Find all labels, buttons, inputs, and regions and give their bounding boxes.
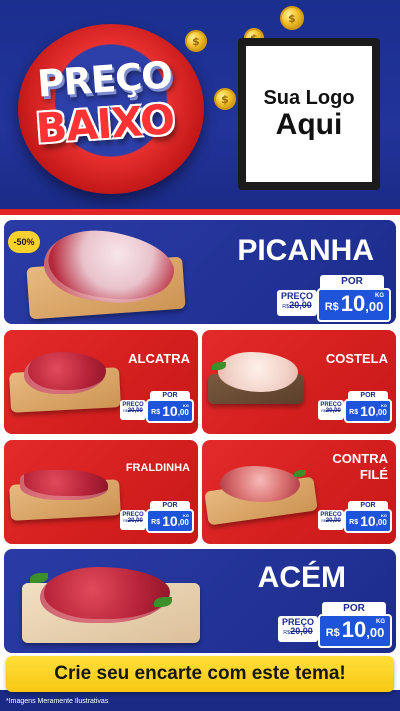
product-name: COSTELA <box>325 351 388 366</box>
unit-label: KG <box>376 619 385 625</box>
cta-button[interactable]: Crie seu encarte com este tema! <box>6 656 394 692</box>
unit-label: KG <box>381 513 387 518</box>
old-price: 20,00 <box>325 408 341 415</box>
price-decimal: ,00 <box>177 518 189 527</box>
logo-placeholder[interactable]: Sua Logo Aqui <box>238 38 380 190</box>
price-decimal: ,00 <box>177 408 189 417</box>
coin-icon: $ <box>185 30 207 52</box>
old-price-tag: PREÇO R$20,00 <box>278 616 318 642</box>
herb-garnish-icon <box>30 573 48 583</box>
herb-garnish-icon <box>294 470 306 477</box>
currency-label: R$ <box>325 627 340 639</box>
price-decimal: ,00 <box>375 408 387 417</box>
price-tag: R$ 10 ,00 KG <box>317 288 391 322</box>
old-price: 20,00 <box>127 518 143 525</box>
costela-image <box>218 352 298 392</box>
currency-label: R$ <box>324 301 339 313</box>
old-price: 20,00 <box>325 518 341 525</box>
discount-badge: -50% <box>8 231 40 253</box>
disclaimer-text: *Imagens Meramente Ilustrativas <box>6 698 109 705</box>
price-integer: 10 <box>162 403 178 419</box>
currency-label: R$ <box>151 519 161 526</box>
price-decimal: ,00 <box>375 518 387 527</box>
currency-label: R$ <box>349 409 359 416</box>
product-name: PICANHA <box>237 234 374 267</box>
unit-label: KG <box>375 293 384 299</box>
unit-label: KG <box>183 403 189 408</box>
price-tag: R$ 10 ,00 KG <box>146 399 194 423</box>
product-name: FRALDINHA <box>125 462 190 474</box>
header-divider <box>0 209 400 215</box>
old-price-tag: PREÇO R$20,00 <box>277 290 317 316</box>
header-banner: $ $ $ $ PREÇO BAIXO Sua Logo Aqui <box>0 0 400 215</box>
unit-label: KG <box>183 513 189 518</box>
old-price-tag: PREÇO R$20,00 <box>318 510 344 530</box>
coin-icon: $ <box>214 88 236 110</box>
product-name-line-1: CONTRA <box>332 451 388 466</box>
price-por-label: POR <box>320 275 384 289</box>
old-price-tag: PREÇO R$20,00 <box>318 400 344 420</box>
price-integer: 10 <box>360 403 376 419</box>
contra-file-image <box>220 466 300 502</box>
price-decimal: ,00 <box>366 625 385 640</box>
old-price-tag: PREÇO R$20,00 <box>120 510 146 530</box>
currency-label: R$ <box>151 409 161 416</box>
unit-label: KG <box>381 403 387 408</box>
old-price: 20,00 <box>289 300 312 311</box>
fraldinha-image <box>20 470 108 500</box>
price-tag: R$ 10 ,00 KG <box>146 509 194 533</box>
price-integer: 10 <box>360 513 376 529</box>
old-price-tag: PREÇO R$20,00 <box>120 400 146 420</box>
product-name-line-2: FILÉ <box>359 467 388 482</box>
price-decimal: ,00 <box>365 299 384 314</box>
price-tag: R$ 10 ,00 KG <box>344 509 392 533</box>
currency-label: R$ <box>349 519 359 526</box>
price-integer: 10 <box>341 617 367 642</box>
logo-text-line-2: Aqui <box>275 107 343 141</box>
product-name: ACÉM <box>257 561 346 594</box>
price-integer: 10 <box>340 291 366 316</box>
price-tag: R$ 10 ,00 KG <box>344 399 392 423</box>
old-price: 20,00 <box>127 408 143 415</box>
logo-text-line-1: Sua Logo <box>263 86 355 109</box>
coin-icon: $ <box>280 6 304 30</box>
product-name: ALCATRA <box>128 351 190 366</box>
price-tag: R$ 10 ,00 KG <box>318 614 392 648</box>
old-price: 20,00 <box>290 626 313 637</box>
price-integer: 10 <box>162 513 178 529</box>
